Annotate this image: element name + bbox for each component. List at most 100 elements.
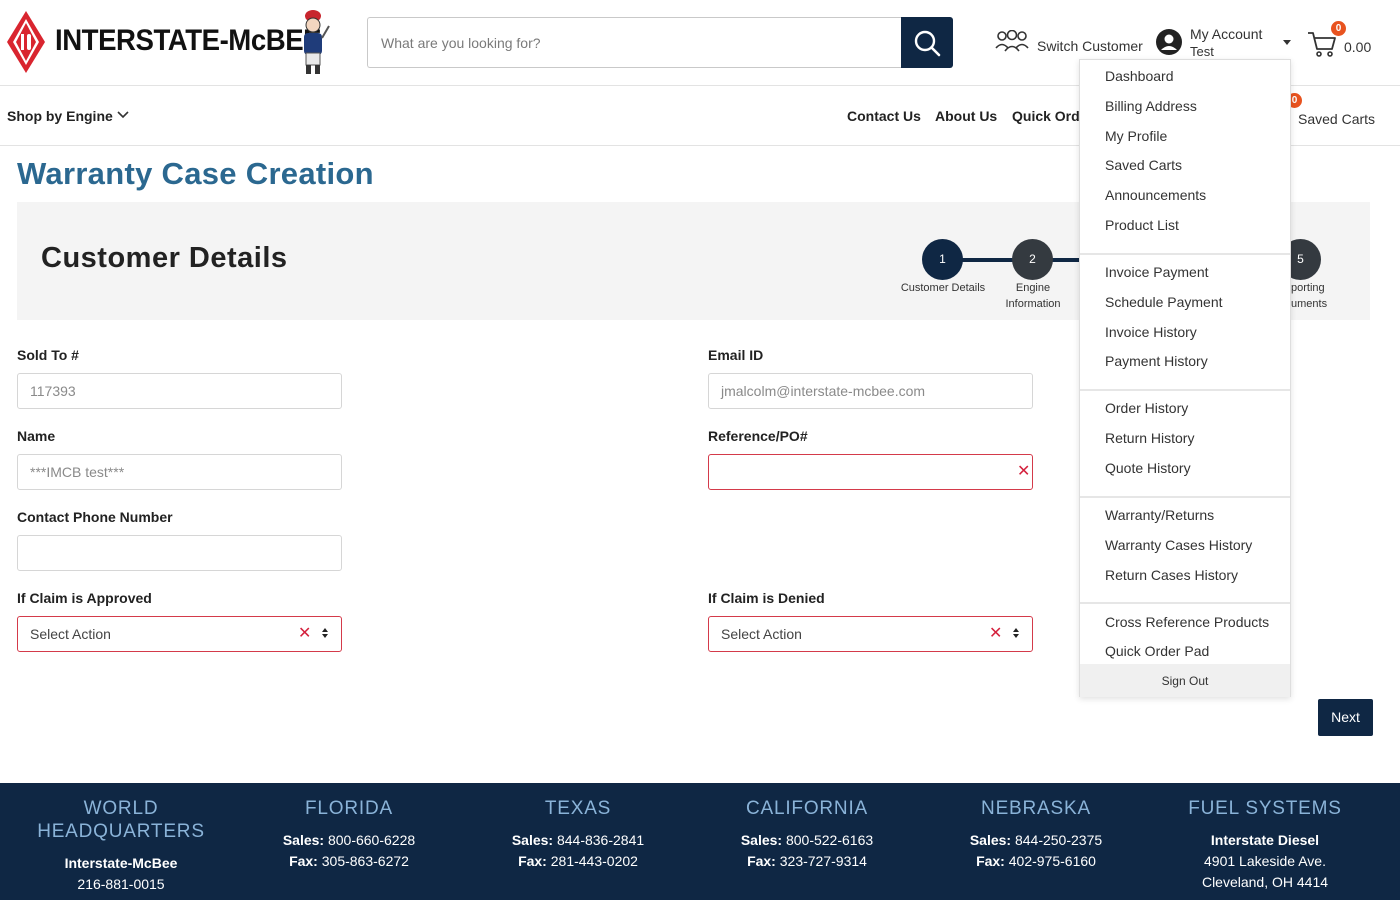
sign-out-link[interactable]: Sign Out <box>1080 674 1290 688</box>
menu-item[interactable]: Announcements <box>1105 187 1206 203</box>
search-icon <box>914 30 941 56</box>
nav-quick-order[interactable]: Quick Order <box>1012 108 1080 124</box>
section-title: Customer Details <box>41 242 288 274</box>
menu-item[interactable]: Warranty/Returns <box>1105 507 1214 523</box>
footer-line-text[interactable]: 402-975-6160 <box>1005 853 1096 869</box>
phone-field[interactable] <box>17 535 342 571</box>
brand-logo-text[interactable]: INTERSTATE-McBEE <box>55 24 322 58</box>
error-clear-icon[interactable]: ✕ <box>1017 464 1030 480</box>
logo-diamond-icon[interactable] <box>6 10 46 74</box>
chevron-down-icon[interactable] <box>116 110 130 120</box>
footer-column: TEXAS Sales: 844-836-2841 Fax: 281-443-020… <box>468 797 688 872</box>
footer-line-text[interactable]: 216-881-0015 <box>77 876 164 892</box>
menu-divider <box>1080 389 1290 392</box>
account-icon[interactable] <box>1155 28 1183 56</box>
name-label: Name <box>17 428 56 444</box>
cart-total[interactable]: 0.00 <box>1344 39 1371 55</box>
footer-line: 216-881-0015 <box>11 874 231 895</box>
email-field[interactable]: jmalcolm@interstate-mcbee.com <box>708 373 1033 409</box>
footer-line: Cleveland, OH 4414 <box>1155 872 1375 893</box>
footer-line-text[interactable]: 800-660-6228 <box>324 832 415 848</box>
sort-caret-icon[interactable] <box>321 627 329 639</box>
menu-item[interactable]: Return Cases History <box>1105 567 1238 583</box>
caret-down-icon[interactable] <box>1282 38 1292 46</box>
menu-divider <box>1080 602 1290 605</box>
footer-column: NEBRASKA Sales: 844-250-2375 Fax: 402-975-… <box>926 797 1146 872</box>
menu-item[interactable]: Cross Reference Products <box>1105 614 1269 630</box>
menu-item[interactable]: Product List <box>1105 217 1179 233</box>
footer-line-text[interactable]: 4901 Lakeside Ave. <box>1204 853 1326 869</box>
footer-column: WORLD HEADQUARTERS Interstate-McBee 216-88… <box>11 797 231 895</box>
menu-item[interactable]: Invoice Payment <box>1105 264 1209 280</box>
footer-line-text[interactable]: 800-522-6163 <box>782 832 873 848</box>
select-clear-icon[interactable]: ✕ <box>989 626 1002 642</box>
footer-heading: FUEL SYSTEMS <box>1188 798 1342 819</box>
footer-line-label: Fax: <box>289 853 318 869</box>
search-button[interactable] <box>901 17 953 68</box>
footer-line-text[interactable]: 844-836-2841 <box>553 832 644 848</box>
page-title: Warranty Case Creation <box>17 156 374 191</box>
footer-line: Interstate-McBee <box>11 853 231 874</box>
shop-by-engine-menu[interactable]: Shop by Engine <box>7 108 113 124</box>
footer-heading: NEBRASKA <box>981 798 1091 819</box>
step-circle-1[interactable]: 1 <box>922 239 963 280</box>
step-connector <box>1052 258 1080 262</box>
sold-to-field[interactable]: 117393 <box>17 373 342 409</box>
footer-column: FLORIDA Sales: 800-660-6228 Fax: 305-863-6… <box>239 797 459 872</box>
menu-item[interactable]: Invoice History <box>1105 324 1197 340</box>
menu-item[interactable]: My Profile <box>1105 128 1167 144</box>
next-button[interactable]: Next <box>1318 699 1373 736</box>
footer-heading: TEXAS <box>544 798 612 819</box>
users-group-icon[interactable] <box>994 30 1030 54</box>
footer-line-text[interactable]: 281-443-0202 <box>547 853 638 869</box>
sort-caret-icon[interactable] <box>1012 627 1020 639</box>
footer-line-label: Interstate-McBee <box>64 855 178 871</box>
footer-line-text[interactable]: 305-863-6272 <box>318 853 409 869</box>
menu-item[interactable]: Billing Address <box>1105 98 1197 114</box>
denied-label: If Claim is Denied <box>708 590 825 606</box>
reference-field[interactable] <box>708 454 1033 490</box>
footer-line: Sales: 800-522-6163 <box>697 830 917 851</box>
approved-select[interactable]: Select Action <box>17 616 342 652</box>
menu-item[interactable]: Order History <box>1105 400 1188 416</box>
switch-customer-link[interactable]: Switch Customer <box>1037 38 1143 54</box>
footer-line-label: Fax: <box>518 853 547 869</box>
menu-item[interactable]: Payment History <box>1105 353 1208 369</box>
menu-item[interactable]: Warranty Cases History <box>1105 537 1252 553</box>
denied-select[interactable]: Select Action <box>708 616 1033 652</box>
menu-item[interactable]: Schedule Payment <box>1105 294 1223 310</box>
footer-line-label: Sales: <box>740 832 783 848</box>
step-circle-2[interactable]: 2 <box>1012 239 1053 280</box>
menu-divider <box>1080 495 1290 498</box>
menu-item[interactable]: Saved Carts <box>1105 157 1182 173</box>
nav-about-us[interactable]: About Us <box>935 108 997 124</box>
footer-line-text[interactable]: 844-250-2375 <box>1011 832 1102 848</box>
email-label: Email ID <box>708 347 764 363</box>
site-footer: WORLD HEADQUARTERS Interstate-McBee 216-88… <box>0 783 1400 900</box>
footer-heading: WORLD HEADQUARTERS <box>37 798 205 842</box>
footer-line: Sales: 800-660-6228 <box>239 830 459 851</box>
select-clear-icon[interactable]: ✕ <box>298 626 311 642</box>
nav-saved-carts[interactable]: Saved Carts <box>1298 111 1375 127</box>
my-account-link[interactable]: My Account <box>1190 26 1262 42</box>
menu-item[interactable]: Return History <box>1105 430 1194 446</box>
name-field[interactable]: ***IMCB test*** <box>17 454 342 490</box>
footer-line-label: Sales: <box>282 832 325 848</box>
reference-label: Reference/PO# <box>708 428 808 444</box>
footer-line-text[interactable]: 323-727-9314 <box>776 853 867 869</box>
search-input[interactable] <box>367 17 903 68</box>
footer-heading: CALIFORNIA <box>745 798 869 819</box>
menu-item[interactable]: Quote History <box>1105 460 1191 476</box>
nav-contact-us[interactable]: Contact Us <box>847 108 921 124</box>
footer-line-text[interactable]: Cleveland, OH 4414 <box>1202 874 1328 890</box>
footer-line-label: Fax: <box>976 853 1005 869</box>
menu-item[interactable]: Quick Order Pad <box>1105 643 1209 659</box>
footer-line-label: Interstate Diesel <box>1210 832 1320 848</box>
footer-line: Sales: 844-250-2375 <box>926 830 1146 851</box>
mascot-logo-icon <box>304 10 330 74</box>
footer-line-label: Fax: <box>747 853 776 869</box>
footer-column: CALIFORNIA Sales: 800-522-6163 Fax: 323-72… <box>697 797 917 872</box>
step-label-2: Engine Information <box>1005 282 1061 310</box>
menu-item[interactable]: Dashboard <box>1105 68 1174 84</box>
account-dropdown-menu: Dashboard Billing Address My Profile Saved … <box>1079 59 1291 697</box>
